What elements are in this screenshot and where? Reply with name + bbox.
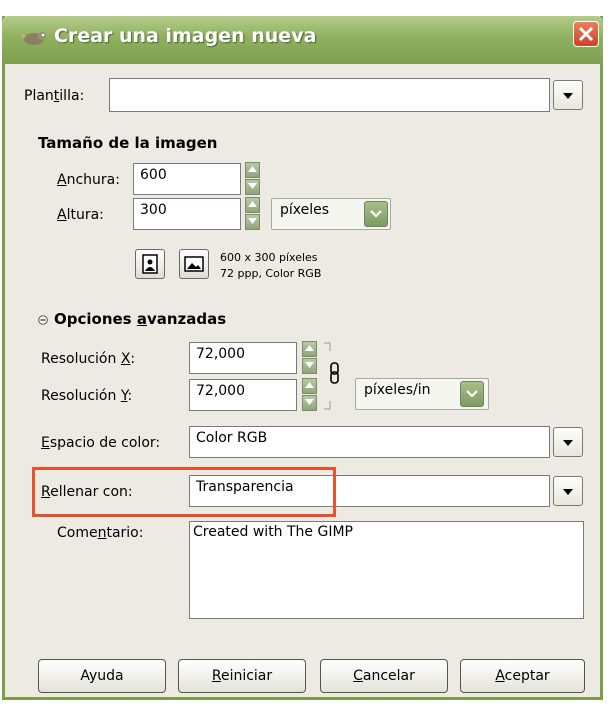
spin-up-button[interactable]: [302, 378, 317, 394]
comment-textarea[interactable]: Created with The GIMP: [189, 521, 584, 619]
spin-down-button[interactable]: [302, 395, 317, 411]
color-space-dropdown-button[interactable]: [553, 427, 583, 457]
ok-button[interactable]: Aceptar: [460, 659, 585, 693]
color-space-select[interactable]: Color RGB: [189, 426, 550, 458]
width-spinner[interactable]: [245, 162, 260, 196]
portrait-button[interactable]: [135, 249, 165, 279]
width-label: Anchura:: [57, 172, 120, 188]
portrait-icon: [142, 254, 158, 274]
landscape-button[interactable]: [179, 249, 209, 279]
template-dropdown-button[interactable]: [553, 80, 583, 110]
resolution-y-label: Resolución Y:: [41, 388, 133, 404]
gimp-icon: [20, 32, 46, 45]
image-size-heading: Tamaño de la imagen: [38, 134, 218, 152]
size-unit-dropdown-button[interactable]: [364, 201, 388, 227]
chevron-down-icon: [563, 489, 573, 495]
advanced-options-expander[interactable]: Opciones avanzadas: [54, 310, 226, 328]
resolution-y-input[interactable]: 72,000: [189, 379, 297, 411]
resolution-unit-dropdown-button[interactable]: [460, 381, 484, 407]
help-button-label: Ayuda: [80, 668, 124, 684]
height-spinner[interactable]: [245, 197, 260, 231]
fill-with-dropdown-button[interactable]: [553, 476, 583, 506]
spin-up-button[interactable]: [245, 197, 260, 213]
size-info-line1: 600 x 300 píxeles: [220, 251, 318, 264]
cancel-button[interactable]: Cancelar: [320, 659, 448, 693]
spin-down-button[interactable]: [302, 358, 317, 374]
template-label: Plantilla:: [24, 88, 85, 104]
reset-button[interactable]: Reiniciar: [178, 659, 306, 693]
spin-down-button[interactable]: [245, 214, 260, 230]
color-space-label: Espacio de color:: [41, 435, 161, 451]
size-unit-value: píxeles: [280, 202, 330, 218]
width-input[interactable]: 600: [133, 163, 241, 195]
chevron-down-icon: [563, 93, 573, 99]
title-bar[interactable]: Crear una imagen nueva: [2, 16, 603, 64]
window-title: Crear una imagen nueva: [54, 25, 317, 47]
highlight-annotation: [32, 467, 336, 517]
landscape-icon: [184, 256, 204, 272]
chevron-down-icon: [563, 440, 573, 446]
close-button[interactable]: [573, 21, 599, 47]
resolution-x-spinner[interactable]: [302, 341, 317, 375]
spin-up-button[interactable]: [245, 162, 260, 178]
resolution-y-spinner[interactable]: [302, 378, 317, 412]
size-info-line2: 72 ppp, Color RGB: [220, 267, 322, 280]
height-label: Altura:: [57, 207, 104, 223]
close-icon: [578, 26, 594, 42]
chevron-down-icon: [466, 390, 478, 398]
template-field[interactable]: [109, 78, 550, 112]
height-input[interactable]: 300: [133, 198, 241, 230]
chevron-down-icon: [370, 210, 382, 218]
chain-link-icon[interactable]: [322, 341, 344, 411]
collapse-icon[interactable]: [38, 315, 48, 325]
resolution-x-input[interactable]: 72,000: [189, 342, 297, 374]
spin-down-button[interactable]: [245, 179, 260, 195]
resolution-x-label: Resolución X:: [41, 351, 136, 367]
resolution-unit-value: píxeles/in: [364, 382, 431, 398]
help-button[interactable]: Ayuda: [38, 659, 166, 693]
comment-label: Comentario:: [57, 525, 144, 541]
spin-up-button[interactable]: [302, 341, 317, 357]
comment-text: Created with The GIMP: [193, 524, 353, 540]
